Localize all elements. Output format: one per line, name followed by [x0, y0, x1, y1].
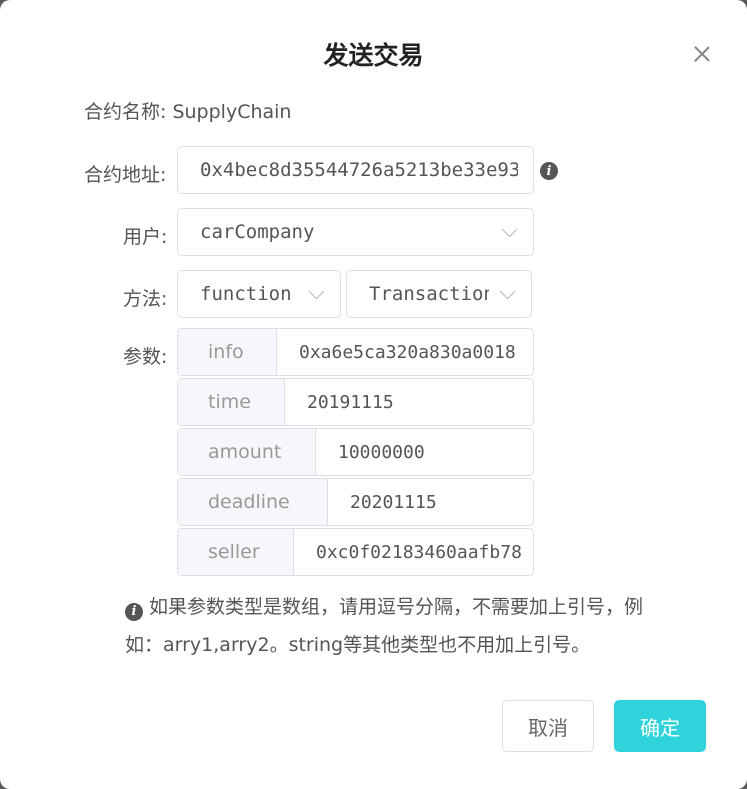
note-line-1: 如果参数类型是数组，请用逗号分隔，不需要加上引号，例 [149, 596, 644, 618]
close-icon[interactable] [688, 40, 716, 68]
param-name: seller [178, 529, 294, 575]
chevron-down-icon [308, 283, 325, 300]
param-row-seller: seller 0xc0f02183460aafb78 [177, 528, 534, 576]
contract-name: 合约名称: SupplyChain [84, 101, 292, 123]
method-name-select[interactable]: Transaction [346, 270, 532, 318]
dialog-title: 发送交易 [323, 41, 424, 70]
chevron-down-icon [501, 221, 518, 238]
info-icon[interactable]: i [540, 162, 558, 180]
param-format-note: i 如果参数类型是数组，请用逗号分隔，不需要加上引号，例 如：arry1,arry… [125, 588, 710, 664]
param-row-info: info 0xa6e5ca320a830a0018 [177, 328, 534, 376]
method-type-select[interactable]: function [177, 270, 341, 318]
param-value-input[interactable]: 20201115 [350, 479, 533, 525]
user-select-value: carCompany [200, 221, 315, 243]
chevron-down-icon [499, 283, 516, 300]
param-name: deadline [178, 479, 328, 525]
note-line-2: 如：arry1,arry2。string等其他类型也不用加上引号。 [125, 634, 591, 656]
user-label: 用户: [123, 226, 168, 248]
contract-address-input[interactable]: 0x4bec8d35544726a5213be33e936d [177, 146, 534, 194]
param-value-input[interactable]: 0xa6e5ca320a830a0018 [299, 329, 533, 375]
param-row-time: time 20191115 [177, 378, 534, 426]
method-name-value: Transaction [369, 283, 489, 305]
confirm-button[interactable]: 确定 [614, 700, 706, 752]
contract-address-value: 0x4bec8d35544726a5213be33e936d [200, 159, 518, 181]
method-type-value: function [200, 283, 292, 305]
method-label: 方法: [123, 288, 168, 310]
param-row-amount: amount 10000000 [177, 428, 534, 476]
param-value-input[interactable]: 20191115 [307, 379, 533, 425]
param-name: info [178, 329, 277, 375]
user-select[interactable]: carCompany [177, 208, 534, 256]
param-value-input[interactable]: 0xc0f02183460aafb78 [316, 529, 533, 575]
cancel-button[interactable]: 取消 [502, 700, 594, 752]
param-row-deadline: deadline 20201115 [177, 478, 534, 526]
param-name: amount [178, 429, 316, 475]
params-label: 参数: [123, 346, 168, 368]
send-transaction-dialog: 发送交易 合约名称: SupplyChain 合约地址: 0x4bec8d355… [0, 0, 747, 789]
address-label: 合约地址: [84, 164, 167, 186]
info-icon: i [125, 603, 143, 621]
param-name: time [178, 379, 285, 425]
param-value-input[interactable]: 10000000 [338, 429, 533, 475]
